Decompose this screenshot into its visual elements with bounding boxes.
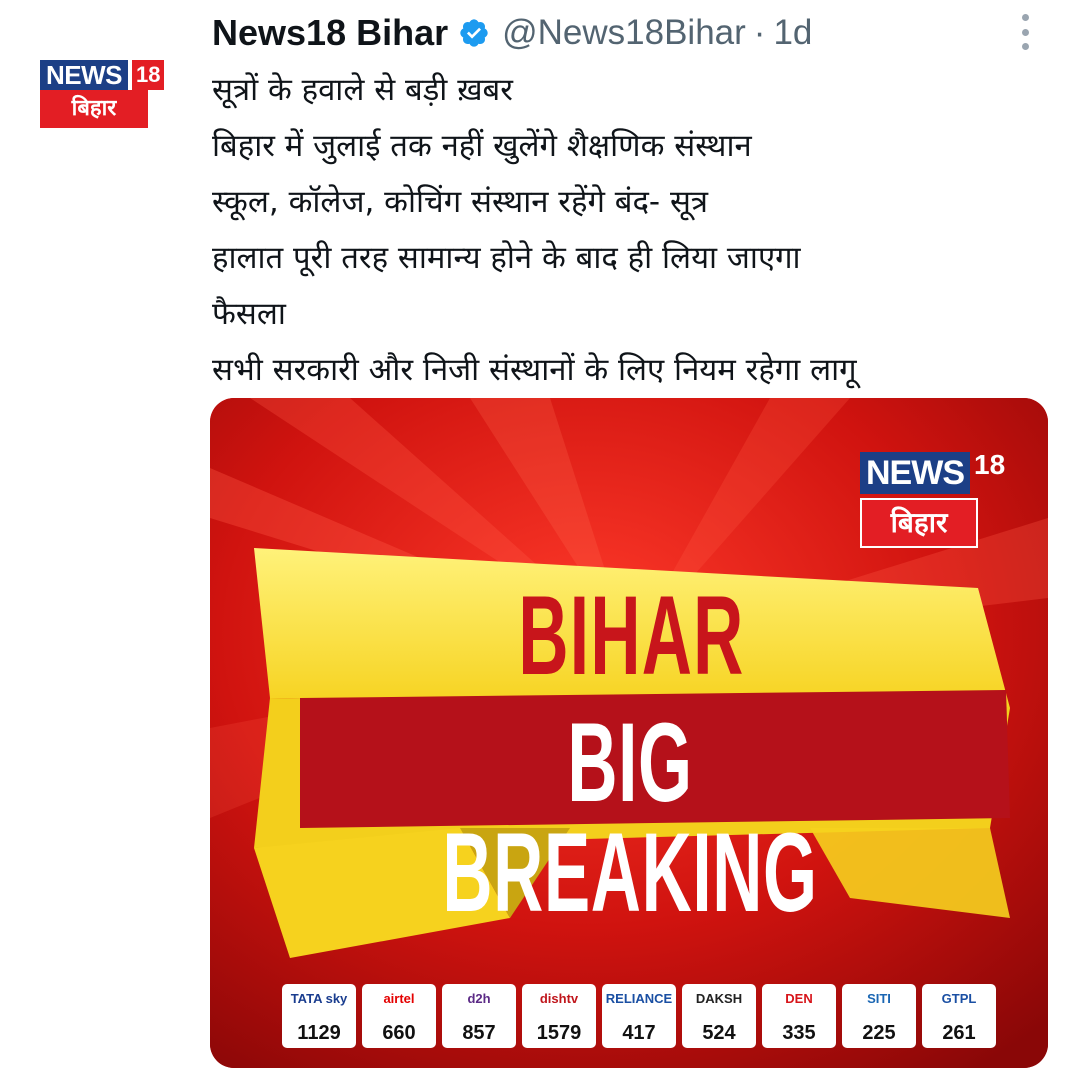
- avatar-logo-bihar: बिहार: [40, 90, 148, 128]
- channel-tile: airtel 660: [362, 984, 436, 1048]
- channel-brand: DAKSH: [695, 991, 743, 1006]
- avatar-logo-news: NEWS: [40, 60, 128, 90]
- channel-brand: RELIANCE: [605, 991, 673, 1006]
- headline-big-breaking: BIG BREAKING: [442, 700, 818, 935]
- channel-tile: d2h 857: [442, 984, 516, 1048]
- tweet-text-line: हालात पूरी तरह सामान्य होने के बाद ही लि…: [212, 240, 801, 276]
- more-dot: [1021, 14, 1029, 21]
- channel-tile: RELIANCE 417: [602, 984, 676, 1048]
- channel-number: 335: [782, 1022, 816, 1044]
- channel-tile: TATA sky 1129: [282, 984, 356, 1048]
- tweet-text-line: सूत्रों के हवाले से बड़ी ख़बर: [212, 72, 513, 108]
- channel-number: 225: [862, 1022, 896, 1044]
- tweet-text-line: सभी सरकारी और निजी संस्थानों के लिए नियम…: [212, 352, 857, 388]
- author-handle[interactable]: @News18Bihar: [502, 13, 746, 53]
- headline-bihar: BIHAR: [518, 573, 745, 698]
- more-options-icon[interactable]: [1012, 12, 1038, 52]
- channel-brand: SITI: [867, 991, 891, 1006]
- tweet-media-image[interactable]: NEWS 18 बिहार BIHAR BIG BREAKING TATA sk…: [210, 398, 1048, 1068]
- channel-tile: DAKSH 524: [682, 984, 756, 1048]
- channel-list: TATA sky 1129 airtel 660 d2h 857 dishtv …: [282, 984, 1002, 1050]
- channel-number: 857: [462, 1022, 496, 1044]
- tweet-text: सूत्रों के हवाले से बड़ी ख़बर बिहार में …: [212, 62, 1062, 398]
- channel-number: 417: [622, 1022, 656, 1044]
- more-dot: [1021, 28, 1029, 36]
- verified-badge-icon: [460, 19, 488, 47]
- channel-brand: TATA sky: [290, 991, 348, 1006]
- tweet-text-line: बिहार में जुलाई तक नहीं खुलेंगे शैक्षणिक…: [212, 128, 752, 164]
- channel-brand: airtel: [383, 991, 415, 1006]
- media-news18-logo: NEWS 18 बिहार: [856, 442, 1020, 554]
- tweet-text-line: स्कूल, कॉलेज, कोचिंग संस्थान रहेंगे बंद-…: [212, 184, 709, 220]
- media-logo-18: 18: [974, 449, 1006, 480]
- channel-tile: DEN 335: [762, 984, 836, 1048]
- author-avatar[interactable]: NEWS 18 बिहार: [40, 46, 174, 130]
- avatar-logo-top: NEWS 18: [40, 60, 174, 90]
- channel-number: 1129: [297, 1022, 341, 1044]
- channel-tile: dishtv 1579: [522, 984, 596, 1048]
- channel-number: 261: [942, 1022, 976, 1044]
- channel-brand: DEN: [785, 991, 813, 1006]
- separator-dot: ·: [753, 13, 766, 52]
- tweet-text-line: फैसला: [212, 296, 286, 332]
- channel-brand: dishtv: [539, 991, 579, 1006]
- channel-tile: GTPL 261: [922, 984, 996, 1048]
- channel-tile: SITI 225: [842, 984, 916, 1048]
- avatar-logo-18: 18: [132, 60, 165, 90]
- channel-number: 1579: [536, 1022, 582, 1044]
- channel-number: 660: [382, 1022, 416, 1044]
- media-logo-news: NEWS: [860, 452, 970, 494]
- channel-number: 524: [702, 1022, 736, 1044]
- tweet-timestamp[interactable]: 1d: [773, 13, 812, 53]
- tweet-header: News18 Bihar @News18Bihar · 1d: [212, 8, 1052, 58]
- author-name[interactable]: News18 Bihar: [212, 12, 448, 54]
- media-logo-bihar: बिहार: [860, 498, 978, 548]
- channel-brand: GTPL: [941, 991, 977, 1006]
- more-dot: [1021, 43, 1029, 50]
- channel-brand: d2h: [467, 991, 491, 1006]
